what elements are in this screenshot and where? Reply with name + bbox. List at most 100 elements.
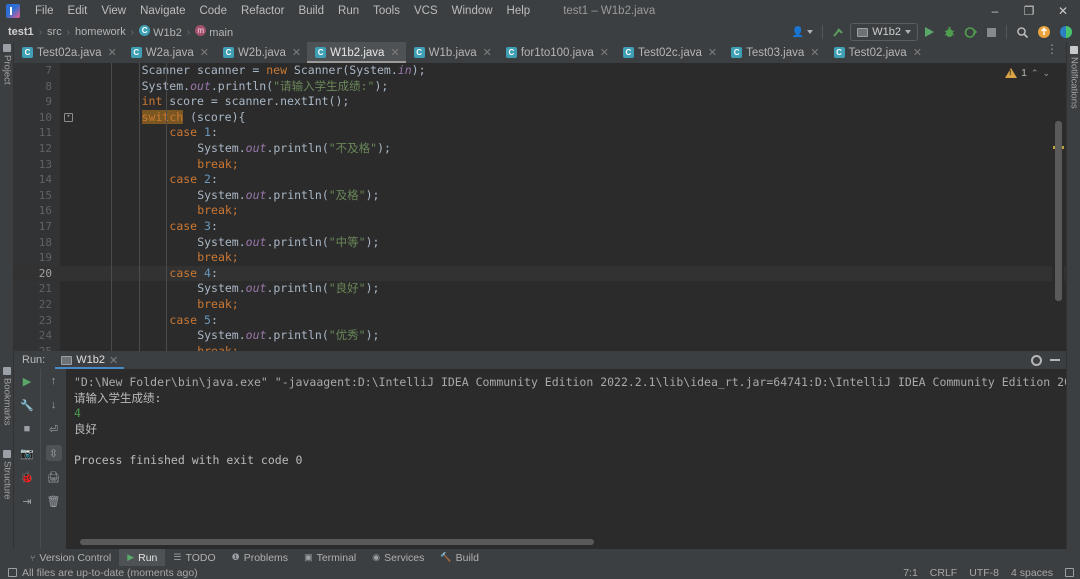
- sidebar-item-bookmarks[interactable]: Bookmarks: [0, 367, 14, 443]
- bottom-button-run[interactable]: ▶ Run: [119, 549, 166, 566]
- menu-item-tools[interactable]: Tools: [366, 3, 407, 19]
- code-line[interactable]: 13 break;: [14, 157, 1066, 173]
- menu-item-window[interactable]: Window: [445, 3, 500, 19]
- bottom-button-terminal[interactable]: ▣ Terminal: [296, 549, 364, 566]
- menu-item-code[interactable]: Code: [192, 3, 234, 19]
- code-line[interactable]: 17 case 3:: [14, 219, 1066, 235]
- bottom-button-todo[interactable]: ☰ TODO: [165, 549, 223, 566]
- close-icon[interactable]: ✕: [708, 46, 717, 59]
- code-line[interactable]: 25 break;: [14, 344, 1066, 351]
- clear-all-icon[interactable]: 🗑: [46, 493, 62, 509]
- code-line[interactable]: 10 ▾ switch (score){: [14, 109, 1066, 126]
- menu-item-run[interactable]: Run: [331, 3, 366, 19]
- sidebar-item-structure[interactable]: Structure: [0, 450, 14, 520]
- indent-setting[interactable]: 4 spaces: [1011, 567, 1053, 579]
- caret-position[interactable]: 7:1: [903, 567, 918, 579]
- code-editor[interactable]: 7 Scanner scanner = new Scanner(System.in…: [14, 63, 1066, 351]
- rerun-icon[interactable]: ▶: [19, 373, 35, 389]
- next-problem-icon[interactable]: ⌄: [1042, 68, 1050, 79]
- bottom-button-build[interactable]: 🔨 Build: [432, 549, 487, 566]
- ide-assistant-icon[interactable]: [1056, 23, 1076, 41]
- menu-item-file[interactable]: File: [28, 3, 61, 19]
- code-line[interactable]: 22 break;: [14, 297, 1066, 313]
- close-icon[interactable]: ✕: [810, 46, 819, 59]
- maximize-button[interactable]: ❐: [1012, 0, 1046, 22]
- tabs-more-button[interactable]: ⋮: [1046, 43, 1058, 55]
- editor-tab-w2a[interactable]: W2a.java ✕: [123, 42, 215, 63]
- read-only-toggle-icon[interactable]: [1065, 568, 1074, 577]
- run-button[interactable]: [920, 23, 938, 41]
- scroll-to-end-icon[interactable]: ⇳: [45, 445, 62, 461]
- code-line[interactable]: 20 case 4:: [14, 265, 1066, 282]
- update-project-icon[interactable]: [1034, 23, 1054, 41]
- breadcrumb-item-w1b2[interactable]: W1b2: [137, 25, 184, 39]
- menu-item-refactor[interactable]: Refactor: [234, 3, 291, 19]
- close-icon[interactable]: ✕: [483, 46, 492, 59]
- editor-scrollbar-thumb[interactable]: [1055, 121, 1062, 301]
- run-session-tab[interactable]: W1b2 ✕: [55, 351, 125, 369]
- code-line[interactable]: 12 System.out.println("不及格");: [14, 141, 1066, 157]
- code-lines[interactable]: 7 Scanner scanner = new Scanner(System.in…: [14, 63, 1066, 351]
- soft-wrap-icon[interactable]: ⏎: [46, 421, 62, 437]
- code-line[interactable]: 24 System.out.println("优秀");: [14, 328, 1066, 344]
- line-separator[interactable]: CRLF: [930, 567, 957, 579]
- wrench-settings-icon[interactable]: 🔧: [19, 397, 35, 413]
- menu-item-help[interactable]: Help: [500, 3, 538, 19]
- prev-problem-icon[interactable]: ⌃: [1031, 68, 1039, 79]
- close-icon[interactable]: ✕: [600, 46, 609, 59]
- code-line[interactable]: 19 break;: [14, 250, 1066, 266]
- menu-item-edit[interactable]: Edit: [61, 3, 95, 19]
- menu-item-build[interactable]: Build: [291, 3, 331, 19]
- close-icon[interactable]: ✕: [200, 46, 209, 59]
- stop-button[interactable]: [982, 23, 1000, 41]
- inspection-widget[interactable]: 1 ⌃ ⌄: [1005, 67, 1050, 79]
- close-icon[interactable]: ✕: [108, 46, 117, 59]
- close-icon[interactable]: ✕: [292, 46, 301, 59]
- code-line[interactable]: 11 case 1:: [14, 125, 1066, 141]
- editor-tab-w2b[interactable]: W2b.java ✕: [215, 42, 307, 63]
- minimize-button[interactable]: –: [978, 0, 1012, 22]
- close-icon[interactable]: ✕: [109, 354, 118, 367]
- hammer-build-icon[interactable]: [829, 23, 848, 41]
- encoding[interactable]: UTF-8: [969, 567, 999, 579]
- run-configuration-selector[interactable]: W1b2: [850, 23, 918, 41]
- code-line[interactable]: 14 case 2:: [14, 172, 1066, 188]
- close-icon[interactable]: ✕: [913, 46, 922, 59]
- scroll-up-icon[interactable]: ↑: [46, 373, 62, 389]
- editor-tab-test02[interactable]: Test02.java ✕: [826, 42, 928, 63]
- editor-tab-test03[interactable]: Test03.java ✕: [723, 42, 825, 63]
- close-button[interactable]: ✕: [1046, 0, 1080, 22]
- editor-tab-w1b[interactable]: W1b.java ✕: [406, 42, 498, 63]
- bottom-button-services[interactable]: ◉ Services: [364, 549, 432, 566]
- console-output[interactable]: "D:\New Folder\bin\java.exe" "-javaagent…: [66, 369, 1066, 549]
- minimize-icon[interactable]: [1050, 359, 1060, 361]
- menu-item-vcs[interactable]: VCS: [407, 3, 445, 19]
- debug-button[interactable]: [940, 23, 959, 41]
- breadcrumb-item-homework[interactable]: homework: [73, 26, 128, 38]
- user-account-icon[interactable]: 👤: [789, 23, 816, 41]
- editor-tab-test02a[interactable]: Test02a.java ✕: [14, 42, 123, 63]
- code-line[interactable]: 21 System.out.println("良好");: [14, 281, 1066, 297]
- stop-icon[interactable]: ■: [19, 421, 35, 437]
- code-line[interactable]: 16 break;: [14, 203, 1066, 219]
- menu-item-navigate[interactable]: Navigate: [133, 3, 192, 19]
- code-line[interactable]: 8 System.out.println("请输入学生成绩:");: [14, 79, 1066, 95]
- export-icon[interactable]: ⇥: [19, 493, 35, 509]
- gear-icon[interactable]: [1031, 354, 1042, 366]
- bottom-button-version-control[interactable]: ⑂ Version Control: [22, 549, 119, 566]
- search-everywhere-icon[interactable]: [1013, 23, 1032, 41]
- editor-tab-w1b2[interactable]: W1b2.java ✕: [307, 42, 406, 63]
- editor-tab-for1to100[interactable]: for1to100.java ✕: [498, 42, 615, 63]
- camera-snapshot-icon[interactable]: 📷: [19, 445, 35, 461]
- bottom-button-problems[interactable]: ❶ Problems: [224, 549, 296, 566]
- sidebar-item-project[interactable]: Project: [0, 44, 14, 104]
- code-line[interactable]: 15 System.out.println("及格");: [14, 188, 1066, 204]
- console-horizontal-scrollbar[interactable]: [80, 539, 594, 545]
- breadcrumb-item-src[interactable]: src: [45, 26, 64, 38]
- code-fold-icon[interactable]: ▾: [64, 112, 73, 122]
- editor-tab-test02c[interactable]: Test02c.java ✕: [615, 42, 723, 63]
- debug-dump-icon[interactable]: 🐞: [19, 469, 35, 485]
- close-icon[interactable]: ✕: [390, 46, 399, 59]
- code-line[interactable]: 9 int score = scanner.nextInt();: [14, 94, 1066, 110]
- print-icon[interactable]: 🖨: [46, 469, 62, 485]
